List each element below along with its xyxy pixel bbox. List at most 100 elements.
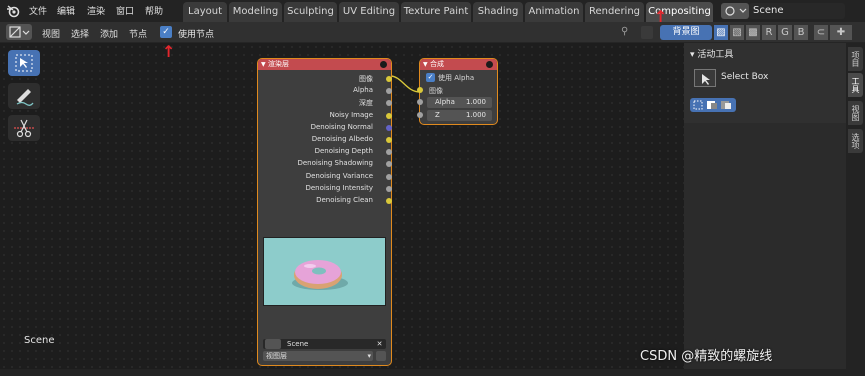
backdrop-color-icon[interactable]: ▧ <box>730 25 744 40</box>
socket-noisy-image[interactable] <box>386 113 392 119</box>
sidebar-tab-view[interactable]: 视图 <box>848 101 863 125</box>
node-preview-icon[interactable] <box>486 61 493 68</box>
output-label: Denoising Intensity <box>305 184 373 192</box>
scene-browse-icon[interactable] <box>265 339 281 349</box>
output-label: Alpha <box>353 86 373 94</box>
scene-browse-button[interactable] <box>721 3 749 19</box>
socket-image[interactable] <box>386 76 392 82</box>
socket-denoising-variance[interactable] <box>386 174 392 180</box>
selection-mode-buttons[interactable] <box>690 98 736 112</box>
use-alpha-checkbox[interactable]: ✓ <box>426 73 435 82</box>
active-tool-name: Select Box <box>721 72 769 82</box>
cursor-icon <box>702 74 710 85</box>
backdrop-toggle-button[interactable]: 背景图 <box>660 25 712 40</box>
view-layer-value: 视图层 <box>266 352 287 360</box>
use-nodes-checkbox[interactable]: ✓ <box>160 26 172 38</box>
menu-help[interactable]: 帮助 <box>145 4 163 17</box>
sidebar: ▾ 活动工具 Select Box <box>684 43 846 369</box>
node-editor-icon <box>9 26 30 38</box>
socket-denoising-intensity[interactable] <box>386 186 392 192</box>
tab-animation[interactable]: Animation <box>525 2 583 22</box>
render-layers-node[interactable]: ▼ 渲染层 图像 Alpha 深度 Noisy Image Denoising … <box>258 59 392 365</box>
menu-view[interactable]: 视图 <box>42 27 60 40</box>
socket-denoising-normal[interactable] <box>386 125 392 131</box>
menu-node[interactable]: 节点 <box>129 27 147 40</box>
slot-button[interactable] <box>641 26 653 39</box>
socket-alpha[interactable] <box>386 88 392 94</box>
channel-b-button[interactable]: B <box>794 25 808 40</box>
output-alpha: Alpha <box>353 86 392 94</box>
render-layers-node-header[interactable]: ▼ 渲染层 <box>258 59 391 70</box>
backdrop-color-alpha-icon[interactable]: ▨ <box>714 25 728 40</box>
composite-node-header[interactable]: ▼ 合成 <box>420 59 497 70</box>
pin-icon[interactable]: ⚲ <box>621 26 633 38</box>
composite-node-title: 合成 <box>430 60 444 68</box>
annotation-arrow-up-icon: ↑ <box>162 42 176 61</box>
socket-composite-image[interactable] <box>417 87 423 93</box>
use-alpha-label: 使用 Alpha <box>438 74 475 82</box>
sidebar-tab-item[interactable]: 项目 <box>848 47 863 71</box>
tab-layout[interactable]: Layout <box>183 2 227 22</box>
menu-file[interactable]: 文件 <box>29 4 47 17</box>
donut-render-image <box>264 238 385 305</box>
blender-logo-icon[interactable] <box>6 4 20 18</box>
socket-composite-alpha[interactable] <box>417 99 423 105</box>
tab-shading[interactable]: Shading <box>473 2 523 22</box>
composite-node[interactable]: ▼ 合成 ✓ 使用 Alpha 图像 Alpha 1.000 Z 1.000 <box>417 59 497 124</box>
socket-depth[interactable] <box>386 100 392 106</box>
output-label: Denoising Clean <box>316 196 373 204</box>
menu-render[interactable]: 渲染 <box>87 4 105 17</box>
socket-composite-z[interactable] <box>417 112 423 118</box>
editor-type-button[interactable] <box>6 24 32 40</box>
render-layers-node-title: 渲染层 <box>268 60 289 68</box>
socket-denoising-shadowing[interactable] <box>386 161 392 167</box>
scene-name-field[interactable]: Scene <box>749 3 845 19</box>
menu-edit[interactable]: 编辑 <box>57 4 75 17</box>
clear-scene-icon[interactable]: ✕ <box>375 339 384 349</box>
socket-denoising-depth[interactable] <box>386 149 392 155</box>
menu-window[interactable]: 窗口 <box>116 4 134 17</box>
links-cut-tool[interactable] <box>8 115 40 141</box>
socket-denoising-albedo[interactable] <box>386 137 392 143</box>
tab-uv-editing[interactable]: UV Editing <box>339 2 399 22</box>
tab-rendering[interactable]: Rendering <box>585 2 644 22</box>
watermark: CSDN @精致的螺旋线 <box>640 349 773 364</box>
z-field-value: 1.000 <box>465 111 486 119</box>
alpha-value-field[interactable]: Alpha 1.000 <box>427 97 492 108</box>
canvas-scene-label: Scene <box>24 335 55 346</box>
render-layer-icon[interactable] <box>376 351 386 361</box>
tab-texture-paint[interactable]: Texture Paint <box>401 2 471 22</box>
node-scene-field[interactable]: Scene <box>287 339 308 349</box>
sidebar-tab-options[interactable]: 选项 <box>848 129 863 153</box>
use-nodes-label: 使用节点 <box>178 30 215 40</box>
view-layer-select[interactable]: 视图层 ▾ <box>263 351 373 361</box>
node-canvas[interactable]: ▼ 渲染层 图像 Alpha 深度 Noisy Image Denoising … <box>0 43 684 369</box>
menu-add[interactable]: 添加 <box>100 27 118 40</box>
output-denoising-clean: Denoising Clean <box>316 196 392 204</box>
node-editor-header: 视图 选择 添加 节点 ✓ 使用节点 ⚲ 背景图 ▨ ▧ ▩ R G B ⊂ ✚ <box>0 22 865 43</box>
channel-g-button[interactable]: G <box>778 25 792 40</box>
annotate-tool[interactable] <box>8 83 40 109</box>
z-value-field[interactable]: Z 1.000 <box>427 110 492 121</box>
channel-r-button[interactable]: R <box>762 25 776 40</box>
output-denoising-variance: Denoising Variance <box>306 172 392 180</box>
select-box-tool-icon[interactable] <box>694 69 716 87</box>
select-box-icon <box>15 54 33 72</box>
active-tool-panel-title[interactable]: ▾ 活动工具 <box>690 47 733 60</box>
z-field-label: Z <box>435 111 440 119</box>
chevron-down-icon: ▾ <box>367 352 371 360</box>
tab-sculpting[interactable]: Sculpting <box>284 2 337 22</box>
snap-mode-icon[interactable]: ✚ <box>830 25 852 40</box>
menu-select[interactable]: 选择 <box>71 27 89 40</box>
backdrop-alpha-icon[interactable]: ▩ <box>746 25 760 40</box>
socket-denoising-clean[interactable] <box>386 198 392 204</box>
collapse-arrow-icon[interactable]: ▼ <box>423 59 428 70</box>
sidebar-tab-tool[interactable]: 工具 <box>848 73 863 97</box>
collapse-arrow-icon[interactable]: ▼ <box>261 59 266 70</box>
select-box-tool[interactable] <box>8 50 40 76</box>
scene-select-row[interactable]: Scene ✕ <box>263 339 386 349</box>
tab-modeling[interactable]: Modeling <box>229 2 282 22</box>
node-preview-icon[interactable] <box>380 61 387 68</box>
composite-input-label: 图像 <box>429 87 443 95</box>
snap-icon[interactable]: ⊂ <box>814 25 828 40</box>
